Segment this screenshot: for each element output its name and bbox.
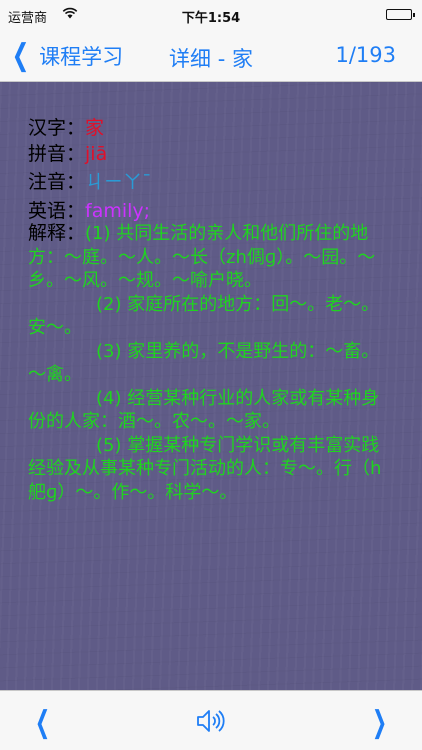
zhuyin-row: 注音：ㄐㄧㄚˉ (28, 170, 152, 194)
explanation-item: (2) 家庭所在的地方：回～。老～。安～。 (28, 293, 380, 339)
detail-panel: 汉字：家 拼音：jiā 注音：ㄐㄧㄚˉ 英语：family; 解释：(1) 共同… (0, 82, 422, 690)
chevron-right-icon[interactable]: ❯ (372, 705, 387, 740)
hanzi-value: 家 (85, 117, 105, 139)
chevron-left-icon[interactable]: ❮ (35, 705, 50, 740)
explain-key: 解释： (28, 222, 86, 244)
nav-bar: ❮ 课程学习 详细 - 家 1/193 (0, 30, 422, 82)
explanation-item: (5) 掌握某种专门学识或有丰富实践经验及从事某种专门活动的人：专～。行（h舥ɡ… (28, 434, 382, 503)
explanation-item: 解释：(1) 共同生活的亲人和他们所住的地方：～庭。～人。～长（zh倜ɡ）。～园… (28, 222, 390, 293)
english-value: family; (85, 200, 151, 222)
zhuyin-key: 注音： (28, 171, 86, 193)
explanation-item: (3) 家里养的，不是野生的：～畜。～禽。 (28, 340, 380, 386)
explanation-list: 解释：(1) 共同生活的亲人和他们所住的地方：～庭。～人。～长（zh倜ɡ）。～园… (28, 222, 390, 504)
hanzi-key: 汉字： (28, 117, 86, 139)
speaker-icon[interactable] (196, 708, 226, 738)
hanzi-row: 汉字：家 (28, 116, 104, 140)
pinyin-value: jiā (85, 143, 108, 165)
zhuyin-value: ㄐㄧㄚˉ (85, 171, 152, 193)
pinyin-row: 拼音：jiā (28, 142, 107, 166)
status-bar: 运营商 下午1:54 (0, 0, 422, 30)
english-key: 英语： (28, 200, 86, 222)
clock: 下午1:54 (181, 11, 241, 26)
battery-icon (386, 9, 415, 20)
progress-count: 1/193 (335, 43, 396, 67)
bottom-toolbar: ❮ ❯ (0, 690, 422, 750)
pinyin-key: 拼音： (28, 143, 86, 165)
english-row: 英语：family; (28, 199, 150, 223)
explanation-item: (4) 经营某种行业的人家或有某种身份的人家：酒～。农～。～家。 (28, 387, 380, 433)
